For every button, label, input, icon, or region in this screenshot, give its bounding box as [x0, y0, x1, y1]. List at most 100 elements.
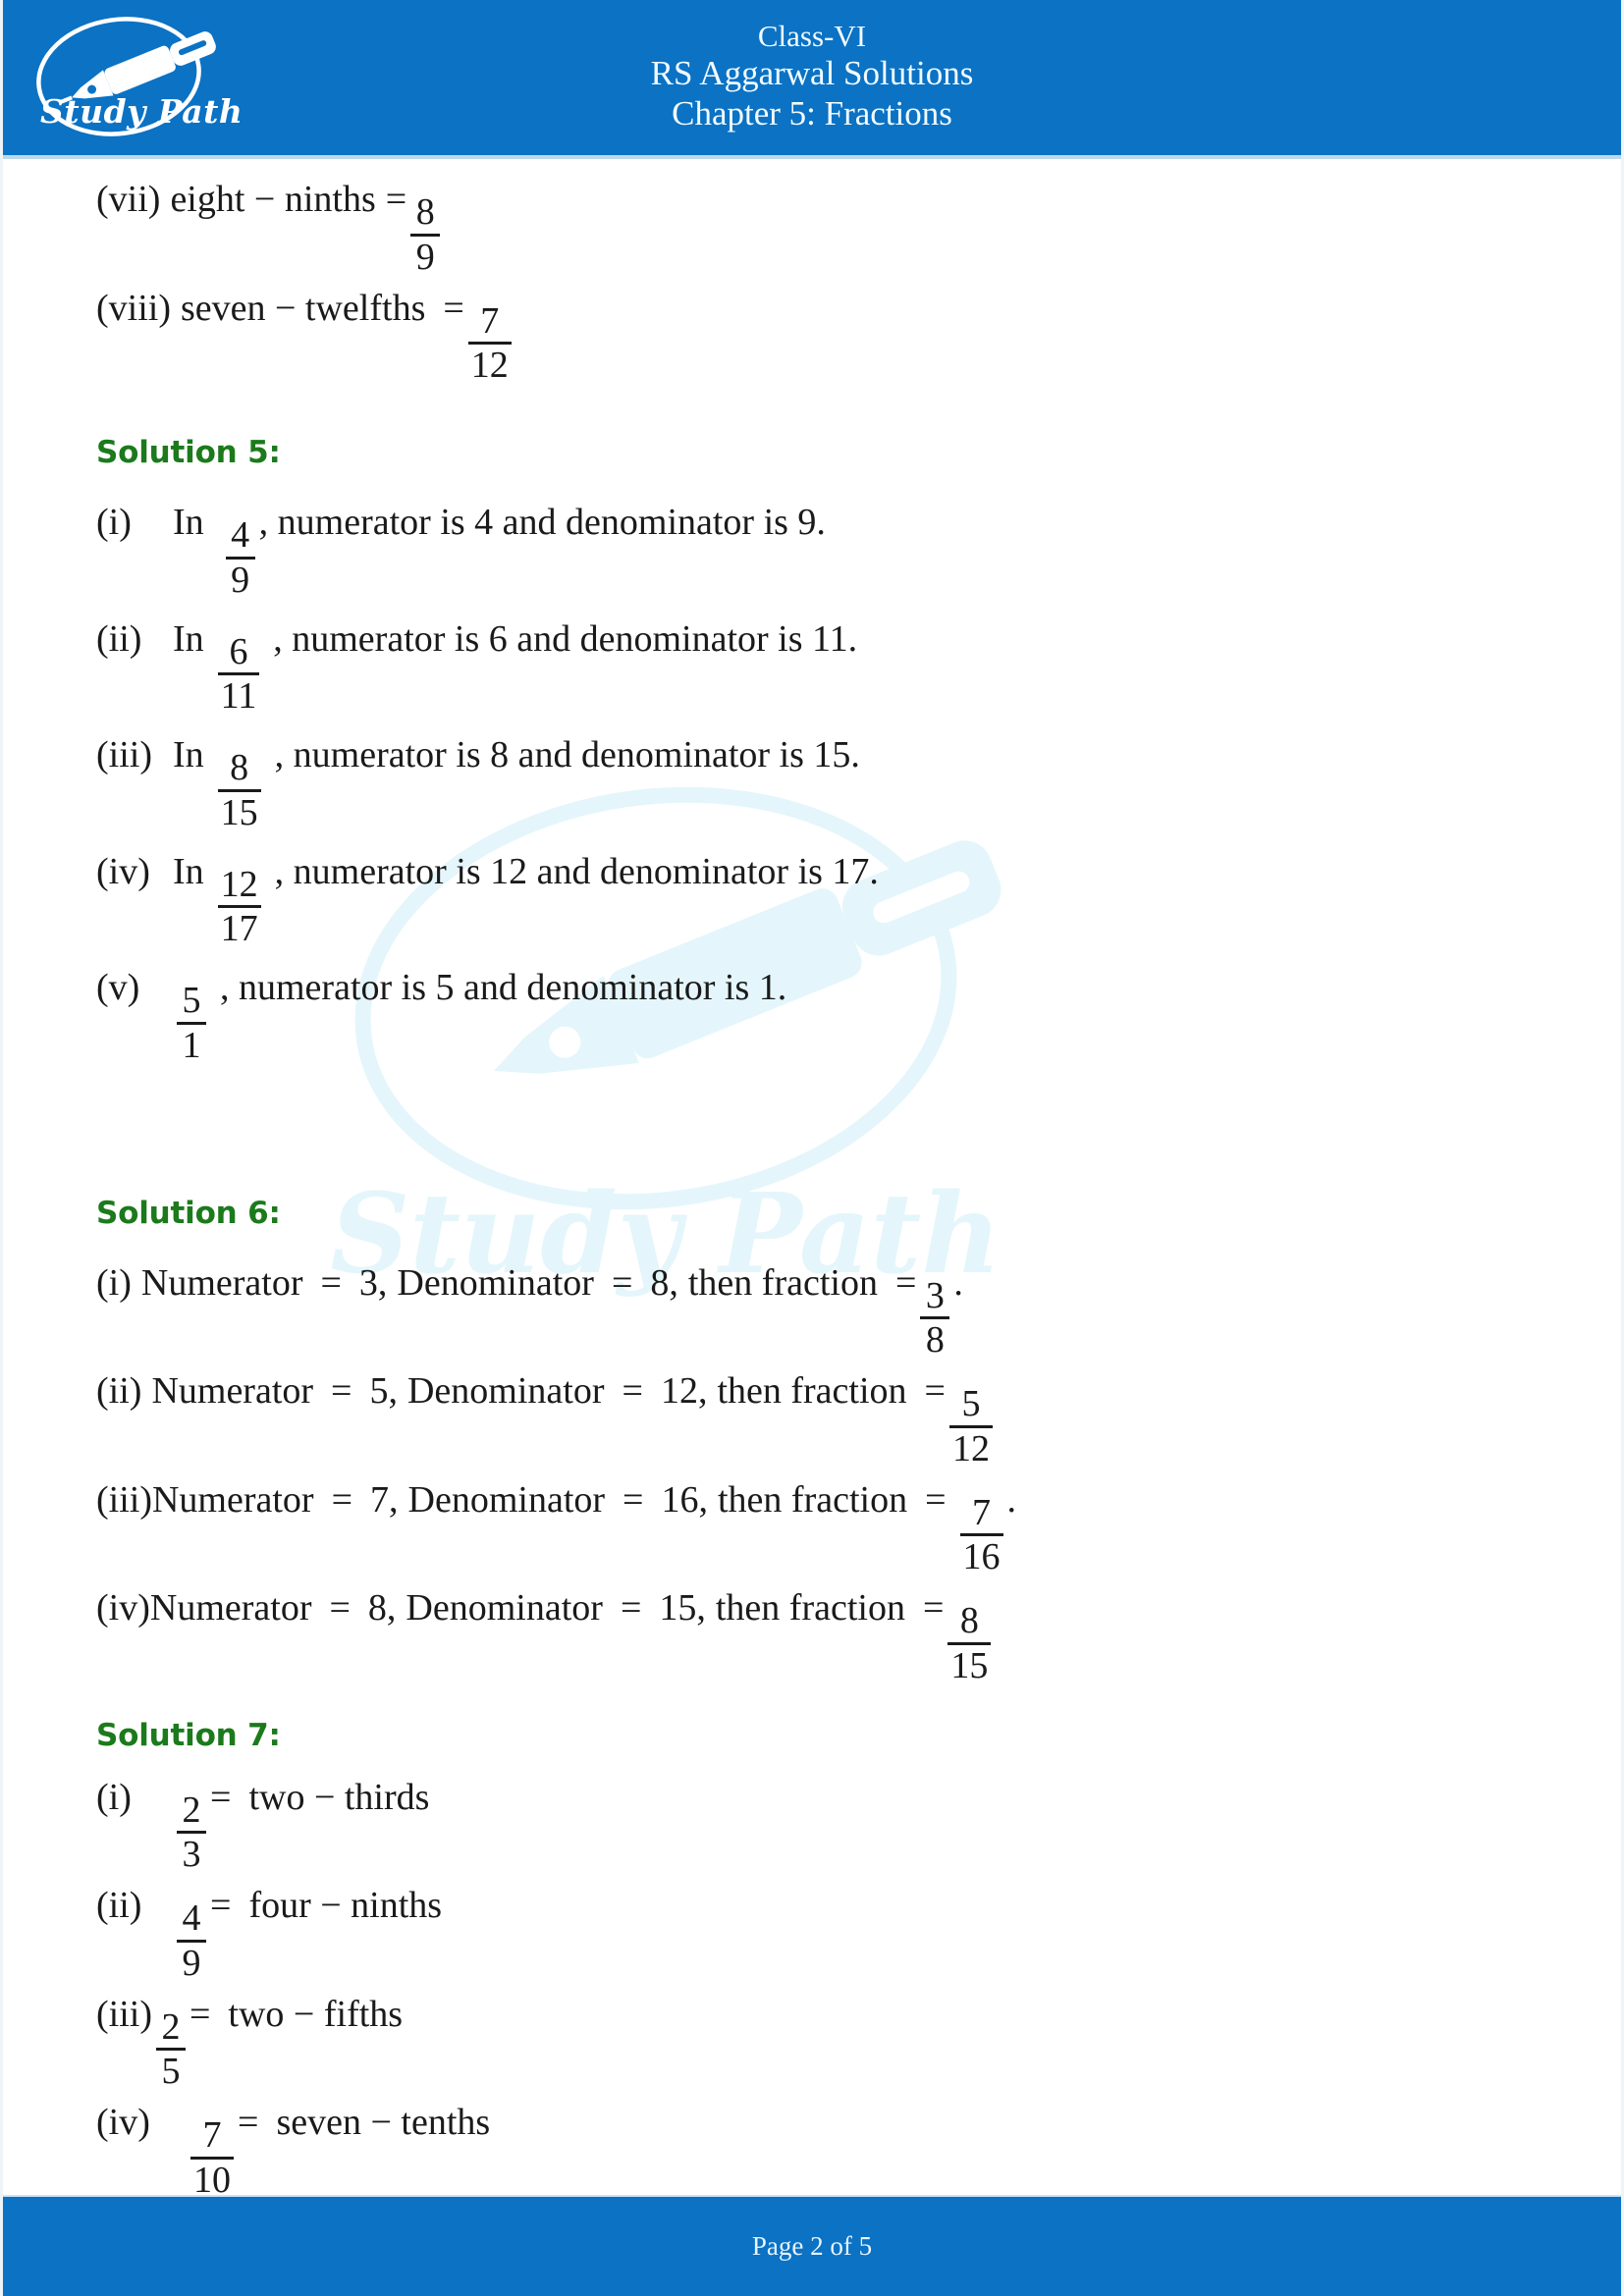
equals-sign: =	[385, 179, 407, 220]
item-tail: , numerator is 8 and denominator is 15.	[274, 734, 860, 775]
study-path-logo: Study Path	[21, 8, 256, 155]
denominator-value: 8,	[650, 1261, 678, 1304]
fraction: 7 16	[959, 1491, 1003, 1578]
fraction-numerator: 5	[182, 980, 201, 1021]
numerator-value: 8,	[367, 1587, 397, 1629]
list-item: (vii) eight − ninths = 8 9	[96, 179, 1562, 276]
item-text: seven − twelfths	[180, 287, 426, 329]
equals-sign: =	[331, 1370, 352, 1412]
equals-sign: =	[210, 1776, 232, 1818]
fraction-denominator: 15	[950, 1644, 989, 1686]
fraction-denominator: 9	[415, 236, 435, 278]
equals-sign: =	[611, 1261, 633, 1304]
list-item: (iv) In 12 17 , numerator is 12 and deno…	[96, 853, 1562, 948]
list-item: (viii) seven − twelfths = 7 12	[96, 287, 1562, 385]
item-label: (ii)	[96, 1370, 142, 1412]
equals-sign: =	[620, 1587, 642, 1629]
equals-sign: =	[331, 1478, 353, 1521]
then-fraction-text: then fraction	[717, 1478, 908, 1521]
fraction: 8 15	[217, 749, 261, 833]
fraction-numerator: 7	[202, 2114, 222, 2156]
denominator-word: Denominator	[397, 1261, 594, 1304]
item-tail: , numerator is 4 and denominator is 9.	[258, 502, 826, 543]
fraction-numerator: 5	[961, 1383, 981, 1424]
item-text: eight − ninths	[170, 179, 376, 220]
fraction: 7 12	[467, 301, 512, 387]
fraction: 2 3	[177, 1789, 206, 1876]
item-label: (viii)	[96, 287, 171, 329]
fraction-denominator: 12	[470, 345, 509, 387]
item-prefix: In	[173, 617, 204, 660]
logo-wordmark: Study Path	[40, 92, 244, 131]
denominator-word: Denominator	[406, 1587, 603, 1629]
fraction-numerator: 8	[415, 191, 435, 233]
fraction-numerator: 7	[972, 1491, 992, 1533]
list-item: (iii) 2 5 = two − fifths	[96, 1993, 1562, 2091]
item-text: two − fifths	[228, 1993, 404, 2035]
list-item: (v) 5 1 , numerator is 5 and denominator…	[96, 967, 1562, 1064]
numerator-value: 5,	[369, 1370, 398, 1412]
list-item: (ii) 4 9 = four − ninths	[96, 1885, 1562, 1982]
equals-sign: =	[623, 1478, 644, 1521]
denominator-word: Denominator	[407, 1478, 606, 1521]
fraction-denominator: 16	[962, 1536, 1001, 1578]
equals-sign: =	[320, 1261, 342, 1304]
content-body: (vii) eight − ninths = 8 9 (viii) seven …	[96, 179, 1562, 2199]
solution-5-heading: Solution 5:	[96, 435, 281, 470]
fraction-numerator: 6	[229, 630, 248, 672]
item-label: (ii)	[96, 1885, 142, 1926]
header-titles: Class-VI RS Aggarwal Solutions Chapter 5…	[651, 19, 974, 135]
list-item: (ii) Numerator = 5, Denominator = 12, th…	[96, 1370, 1562, 1468]
numerator-word: Numerator	[149, 1587, 312, 1629]
fraction: 7 10	[190, 2116, 234, 2200]
fraction-denominator: 12	[951, 1427, 990, 1469]
fraction-numerator: 3	[925, 1274, 945, 1316]
fraction: 4 9	[225, 514, 255, 600]
denominator-word: Denominator	[406, 1370, 605, 1412]
fraction: 3 8	[920, 1274, 950, 1361]
fraction-numerator: 2	[182, 1789, 201, 1831]
fraction-denominator: 11	[220, 675, 257, 718]
equals-sign: =	[443, 287, 464, 329]
fraction: 4 9	[177, 1899, 206, 1983]
fraction-numerator: 4	[182, 1897, 201, 1939]
item-label: (iv)	[96, 1587, 150, 1629]
item-tail: , numerator is 5 and denominator is 1.	[220, 967, 787, 1008]
fraction-denominator: 10	[193, 2159, 231, 2201]
item-prefix: In	[173, 502, 204, 543]
item-label: (v)	[96, 967, 140, 1008]
equals-sign: =	[210, 1885, 232, 1926]
denominator-value: 16,	[661, 1478, 708, 1521]
then-fraction-text: then fraction	[715, 1587, 905, 1629]
fraction: 8 15	[947, 1602, 992, 1686]
then-fraction-text: then fraction	[717, 1370, 907, 1412]
fraction-denominator: 9	[182, 1942, 201, 1984]
page-footer: Page 2 of 5	[3, 2195, 1621, 2296]
list-item: (iv) Numerator = 8, Denominator = 15, th…	[96, 1587, 1562, 1684]
trailing-period: .	[1006, 1478, 1017, 1521]
header-chapter-line: Chapter 5: Fractions	[672, 93, 952, 133]
equals-sign: =	[925, 1478, 947, 1521]
fountain-pen-in-oval-icon	[36, 17, 216, 136]
fraction-numerator: 4	[231, 514, 250, 556]
fraction-numerator: 12	[220, 863, 258, 905]
document-page: Study Path Class-VI RS Aggarwal Solution…	[0, 0, 1624, 2296]
list-item: (ii) In 6 11 , numerator is 6 and denomi…	[96, 617, 1562, 716]
item-label: (iii)	[96, 1993, 152, 2035]
fraction: 5 12	[948, 1383, 993, 1469]
fraction: 6 11	[217, 630, 260, 718]
equals-sign: =	[622, 1370, 643, 1412]
fraction-denominator: 15	[220, 791, 258, 833]
item-text: two − thirds	[248, 1776, 430, 1818]
numerator-value: 7,	[370, 1478, 399, 1521]
item-prefix: In	[173, 734, 204, 775]
fraction: 12 17	[217, 863, 261, 949]
fraction-denominator: 1	[182, 1024, 201, 1066]
item-tail: , numerator is 6 and denominator is 11.	[273, 617, 858, 660]
numerator-word: Numerator	[151, 1478, 314, 1521]
item-label: (i)	[96, 1261, 132, 1304]
fraction: 2 5	[155, 2007, 186, 2092]
item-label: (vii)	[96, 179, 161, 220]
denominator-value: 15,	[659, 1587, 706, 1629]
fraction-denominator: 3	[182, 1834, 201, 1876]
